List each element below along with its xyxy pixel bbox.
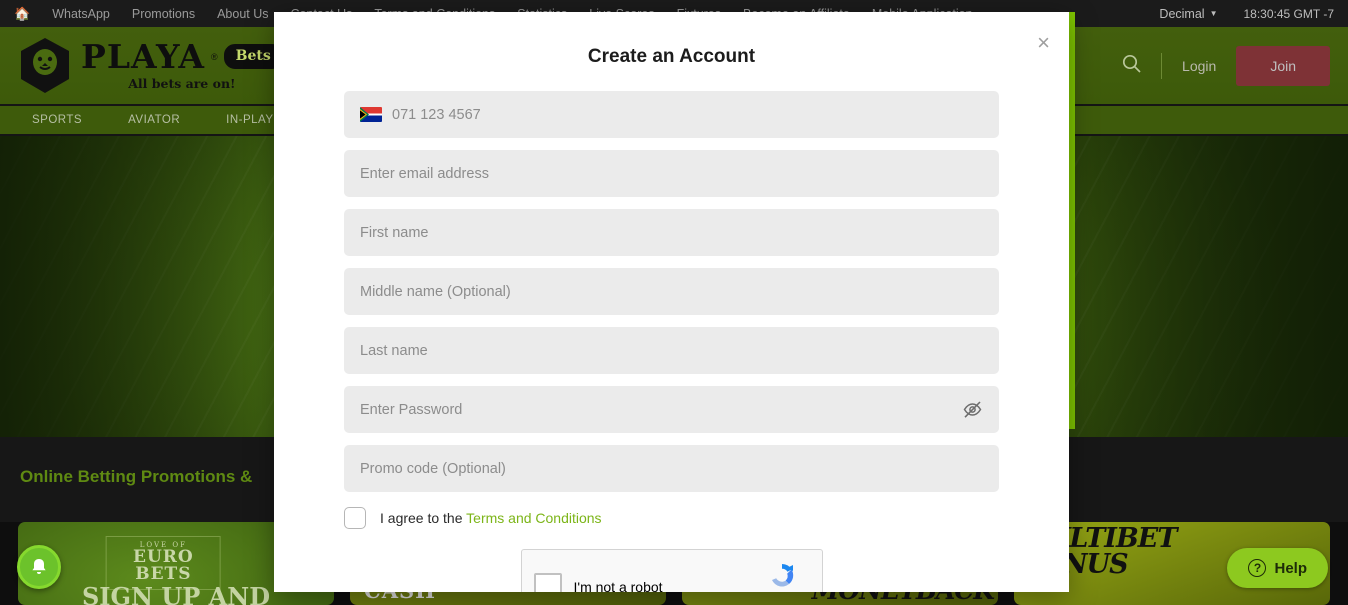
- header-divider: [1161, 52, 1163, 79]
- terms-prefix: I agree to the: [380, 510, 463, 526]
- terms-agreement-row: I agree to the Terms and Conditions: [344, 507, 999, 529]
- phone-number-input[interactable]: [392, 106, 983, 123]
- promo-code-input[interactable]: [360, 460, 983, 477]
- bell-icon: [28, 556, 50, 578]
- page-root: 🏠 WhatsApp Promotions About Us Contact U…: [0, 0, 1348, 605]
- header-actions: Login Join: [1122, 45, 1330, 86]
- password-field[interactable]: [344, 386, 999, 433]
- topnav-link-promotions[interactable]: Promotions: [132, 7, 195, 21]
- chevron-down-icon: ▼: [1209, 9, 1218, 18]
- question-circle-icon: ?: [1248, 559, 1267, 577]
- brand-tagline: All bets are on!: [128, 76, 236, 91]
- topnav-link-whatsapp[interactable]: WhatsApp: [52, 7, 110, 21]
- recaptcha-branding: Privacy - Terms: [755, 560, 810, 592]
- password-input[interactable]: [360, 401, 961, 418]
- recaptcha-icon: [772, 564, 794, 587]
- subnav-item-sports[interactable]: SPORTS: [32, 114, 82, 126]
- terms-and-conditions-link[interactable]: Terms and Conditions: [466, 510, 601, 526]
- odds-format-selector[interactable]: Decimal ▼: [1159, 7, 1217, 21]
- terms-text: I agree to the Terms and Conditions: [380, 510, 602, 526]
- euro-badge-line2: BETS: [135, 564, 192, 584]
- email-input[interactable]: [360, 165, 983, 182]
- subnav-item-in-play[interactable]: IN-PLAY: [226, 114, 273, 126]
- modal-title: Create an Account: [587, 46, 756, 67]
- registered-mark: ®: [211, 51, 218, 62]
- brand-wordmark: PLAYA ® Bets All bets are on!: [81, 40, 283, 91]
- lion-head-icon: [18, 37, 72, 95]
- promo-code-field[interactable]: [344, 445, 999, 492]
- server-clock: 18:30:45 GMT -7: [1243, 6, 1335, 21]
- recaptcha-checkbox[interactable]: [533, 573, 562, 592]
- odds-format-label: Decimal: [1159, 6, 1205, 21]
- home-icon[interactable]: 🏠: [14, 6, 30, 22]
- topnav-link-about-us[interactable]: About Us: [217, 7, 268, 21]
- email-field[interactable]: [344, 150, 999, 197]
- join-button[interactable]: Join: [1236, 45, 1330, 86]
- eye-off-icon[interactable]: [961, 399, 983, 421]
- middle-name-input[interactable]: [360, 283, 983, 300]
- brand-logo[interactable]: PLAYA ® Bets All bets are on!: [18, 37, 283, 95]
- signup-form: I agree to the Terms and Conditions I'm …: [274, 68, 1069, 592]
- search-icon[interactable]: [1122, 54, 1141, 78]
- first-name-input[interactable]: [360, 224, 983, 241]
- recaptcha-widget[interactable]: I'm not a robot Privacy - Terms: [520, 549, 823, 592]
- terms-checkbox[interactable]: [344, 507, 366, 529]
- subnav-item-aviator[interactable]: AVIATOR: [128, 114, 180, 126]
- modal-accent-strip: [1068, 12, 1075, 429]
- phone-number-field[interactable]: [344, 91, 999, 138]
- help-button-label: Help: [1274, 559, 1307, 577]
- last-name-input[interactable]: [360, 342, 983, 359]
- last-name-field[interactable]: [344, 327, 999, 374]
- first-name-field[interactable]: [344, 209, 999, 256]
- promotions-heading: Online Betting Promotions &: [20, 467, 253, 486]
- brand-name: PLAYA: [81, 37, 206, 76]
- middle-name-field[interactable]: [344, 268, 999, 315]
- za-flag-icon: [360, 107, 382, 122]
- notification-bell-button[interactable]: [17, 545, 61, 589]
- create-account-modal: × Create an Account 071 123 4567 Enter e…: [274, 12, 1069, 592]
- login-link[interactable]: Login: [1182, 58, 1216, 74]
- euro-card-caption: SIGN UP AND: [81, 582, 271, 605]
- close-icon[interactable]: ×: [1037, 32, 1050, 54]
- top-nav-right: Decimal ▼ 18:30:45 GMT -7: [1159, 7, 1334, 21]
- recaptcha-label: I'm not a robot: [573, 579, 663, 592]
- help-button[interactable]: ? Help: [1227, 548, 1328, 588]
